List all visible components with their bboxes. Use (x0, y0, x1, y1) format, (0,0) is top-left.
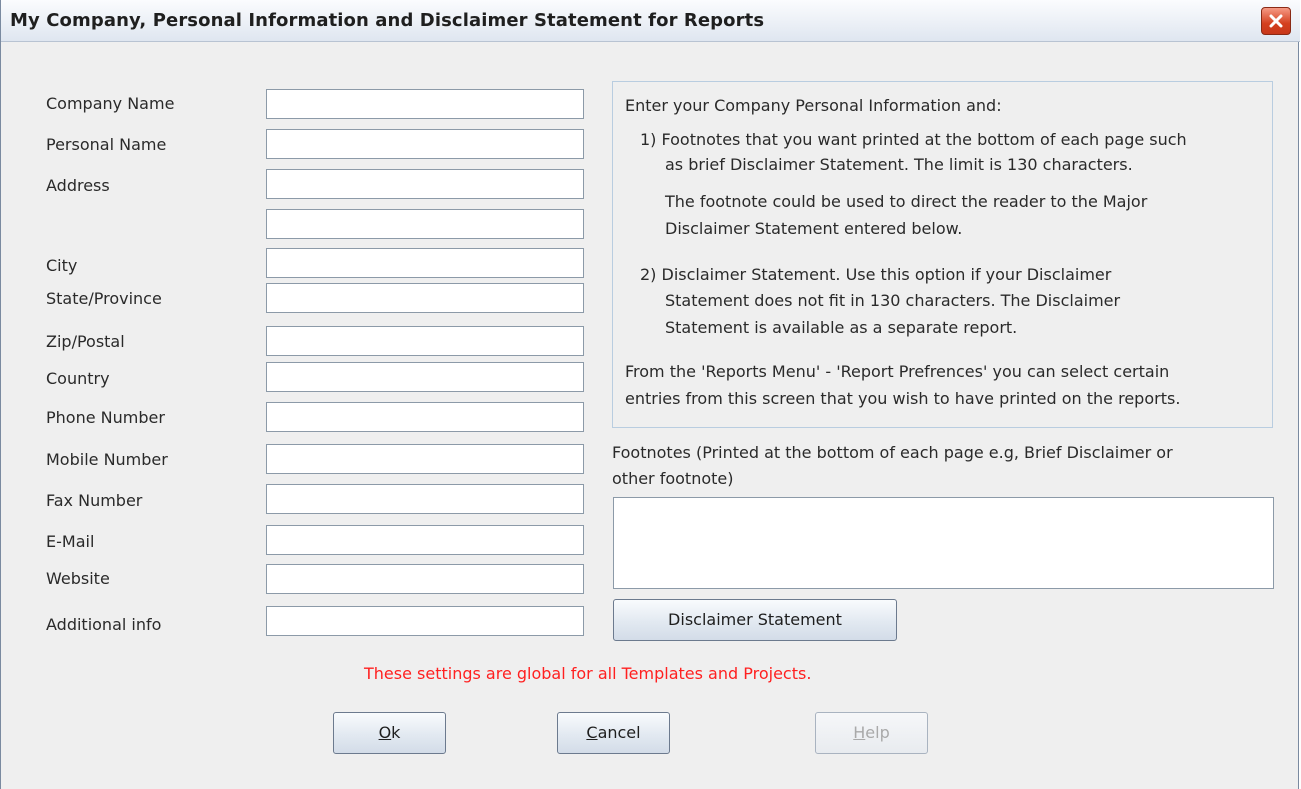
dialog-window: My Company, Personal Information and Dis… (0, 0, 1300, 789)
cancel-mnemonic: C (586, 723, 598, 742)
disclaimer-statement-button[interactable]: Disclaimer Statement (613, 599, 897, 641)
country-input[interactable] (266, 362, 584, 392)
website-label: Website (46, 569, 110, 588)
fax-number-input[interactable] (266, 484, 584, 514)
address-label: Address (46, 176, 110, 195)
company-name-input[interactable] (266, 89, 584, 119)
website-input[interactable] (266, 564, 584, 594)
zip-postal-label: Zip/Postal (46, 332, 125, 351)
close-button[interactable] (1261, 7, 1291, 35)
city-input[interactable] (266, 248, 584, 278)
info-panel: Enter your Company Personal Information … (612, 81, 1273, 428)
info-item1-line2: as brief Disclaimer Statement. The limit… (665, 155, 1133, 174)
ok-button[interactable]: Ok (333, 712, 446, 754)
footnotes-label-line1: Footnotes (Printed at the bottom of each… (612, 443, 1173, 462)
footnotes-label: Footnotes (Printed at the bottom of each… (612, 440, 1173, 492)
title-bar[interactable]: My Company, Personal Information and Dis… (1, 0, 1300, 42)
help-label-rest: elp (865, 723, 890, 742)
ok-mnemonic: O (378, 723, 392, 742)
additional-info-input[interactable] (266, 606, 584, 636)
mobile-number-input[interactable] (266, 444, 584, 474)
personal-name-label: Personal Name (46, 135, 167, 154)
email-input[interactable] (266, 525, 584, 555)
state-province-label: State/Province (46, 289, 162, 308)
window-title: My Company, Personal Information and Dis… (10, 10, 765, 31)
footnotes-label-line2: other footnote) (612, 469, 734, 488)
personal-name-input[interactable] (266, 129, 584, 159)
help-button[interactable]: Help (815, 712, 928, 754)
zip-postal-input[interactable] (266, 326, 584, 356)
address-line1-input[interactable] (266, 169, 584, 199)
disclaimer-statement-label: Disclaimer Statement (668, 610, 842, 629)
fax-number-label: Fax Number (46, 491, 143, 510)
cancel-label-rest: ancel (597, 723, 641, 742)
close-icon (1269, 14, 1283, 28)
footnotes-textarea[interactable] (613, 497, 1274, 589)
address-line2-input[interactable] (266, 209, 584, 239)
state-province-input[interactable] (266, 283, 584, 313)
info-item2-line3: Statement is available as a separate rep… (665, 318, 1018, 337)
info-item2-line2: Statement does not fit in 130 characters… (665, 291, 1121, 310)
info-footer-line1: From the 'Reports Menu' - 'Report Prefre… (625, 362, 1170, 381)
ok-label-rest: k (391, 723, 401, 742)
mobile-number-label: Mobile Number (46, 450, 168, 469)
country-label: Country (46, 369, 110, 388)
email-label: E-Mail (46, 532, 95, 551)
city-label: City (46, 256, 78, 275)
info-intro: Enter your Company Personal Information … (625, 96, 1002, 115)
global-settings-note: These settings are global for all Templa… (364, 664, 812, 683)
phone-number-input[interactable] (266, 402, 584, 432)
info-footer-line2: entries from this screen that you wish t… (625, 389, 1181, 408)
phone-number-label: Phone Number (46, 408, 165, 427)
additional-info-label: Additional info (46, 615, 162, 634)
info-item1-note2: Disclaimer Statement entered below. (665, 219, 963, 238)
cancel-button[interactable]: Cancel (557, 712, 670, 754)
info-item1-note1: The footnote could be used to direct the… (665, 192, 1148, 211)
help-mnemonic: H (853, 723, 866, 742)
company-name-label: Company Name (46, 94, 175, 113)
